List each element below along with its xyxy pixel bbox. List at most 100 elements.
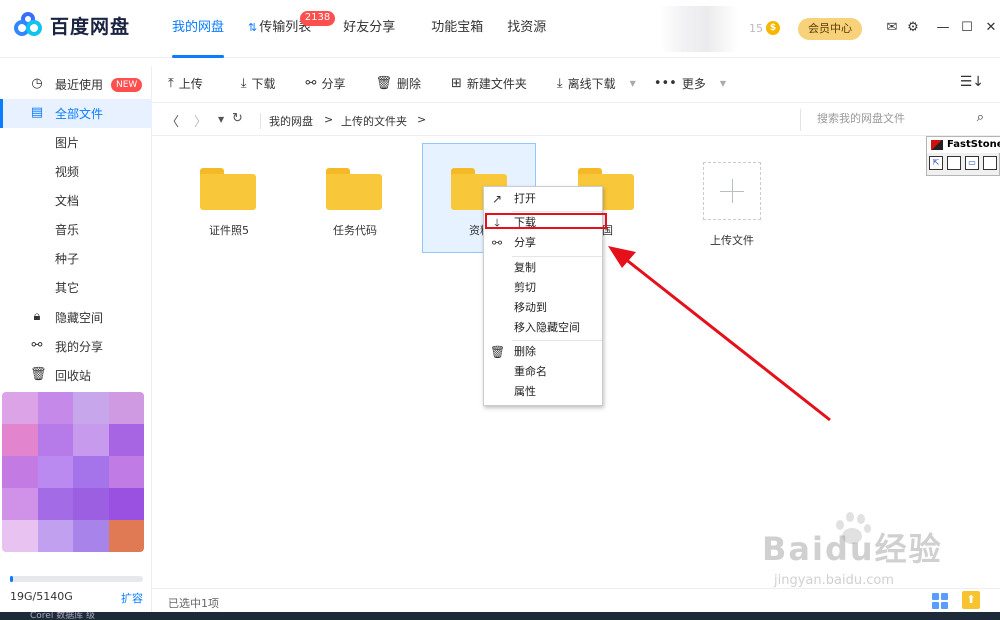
new-folder-icon: ⊞ <box>450 75 462 91</box>
share-icon: ⚯ <box>31 338 43 353</box>
sidebar-item-documents[interactable]: 文档 <box>0 186 152 215</box>
menu-item-label: 移入隐藏空间 <box>514 321 580 334</box>
faststone-title-text: FastStone <box>947 139 1000 150</box>
upload-queue-icon[interactable]: ⬆ <box>962 591 980 609</box>
mail-icon[interactable]: ✉ <box>883 18 901 38</box>
back-icon[interactable]: 〈 <box>166 111 179 130</box>
menu-item-label: 分享 <box>514 236 536 249</box>
sidebar-item-others[interactable]: 其它 <box>0 273 152 302</box>
share-icon: ⚯ <box>491 236 503 250</box>
expand-storage-link[interactable]: 扩容 <box>121 590 143 606</box>
gear-icon[interactable]: ⚙ <box>904 18 922 38</box>
capture-open-icon[interactable]: ⇱ <box>929 156 943 170</box>
search-icon[interactable]: ⌕ <box>977 110 984 125</box>
delete-label: 删除 <box>396 76 421 91</box>
menu-item-label: 复制 <box>514 261 536 274</box>
breadcrumb-separator: > <box>417 113 427 126</box>
faststone-logo-icon <box>931 140 943 150</box>
faststone-capture-toolbar: FastStone ⇱ ▭ <box>926 136 1000 176</box>
upload-button[interactable]: ⤒ 上传 <box>168 75 203 92</box>
transfer-count-badge: 2138 <box>299 11 336 26</box>
baidu-cloud-logo-icon <box>14 11 44 38</box>
pixelated-ad-banner[interactable] <box>2 392 144 552</box>
maximize-icon[interactable]: ☐ <box>958 18 976 38</box>
offline-download-button[interactable]: ⤓ 离线下载 ▼ <box>557 75 636 92</box>
folder-item[interactable]: 证件照5 <box>172 144 286 254</box>
tab-label: 找资源 <box>507 20 547 35</box>
new-badge: NEW <box>111 77 143 92</box>
search-input[interactable] <box>817 112 957 125</box>
tab-friend-share[interactable]: 好友分享 <box>331 0 407 58</box>
breadcrumb-my-disk[interactable]: 我的网盘 <box>260 113 313 129</box>
folder-item[interactable]: 任务代码 <box>298 144 412 254</box>
menu-item-open[interactable]: ↗ 打开 <box>484 189 602 209</box>
upload-file-tile[interactable]: 上传文件 <box>675 144 789 254</box>
sidebar-item-label: 音乐 <box>55 223 80 237</box>
app-name: 百度网盘 <box>50 16 131 38</box>
tab-find-resources[interactable]: 找资源 <box>495 0 558 58</box>
sidebar-item-label: 我的分享 <box>55 340 104 354</box>
lock-icon: 🔒︎ <box>33 309 41 324</box>
delete-button[interactable]: 🗑︎ 删除 <box>375 75 421 92</box>
sidebar-item-music[interactable]: 音乐 <box>0 215 152 244</box>
menu-item-move-to[interactable]: 移动到 <box>484 298 602 318</box>
storage-usage-bar <box>10 576 143 582</box>
sidebar-item-recent[interactable]: ◷ 最近使用 NEW <box>0 70 152 99</box>
desktop-taskbar: Corel 数据库 级 <box>0 612 1000 620</box>
path-bar: 〈 〉 ▼ ↻ 我的网盘 > 上传的文件夹 > ⌕ <box>152 102 1000 136</box>
vip-center-button[interactable]: 会员中心 <box>798 18 862 40</box>
sidebar-item-label: 文档 <box>55 194 80 208</box>
upload-icon: ⤒ <box>168 75 174 91</box>
capture-window-icon[interactable] <box>947 156 961 170</box>
sidebar-item-torrents[interactable]: 种子 <box>0 244 152 273</box>
download-highlight-box <box>485 213 607 229</box>
history-dropdown-icon[interactable]: ▼ <box>218 115 224 124</box>
share-label: 分享 <box>321 76 346 91</box>
sidebar-item-images[interactable]: 图片 <box>0 128 152 157</box>
menu-item-cut[interactable]: 剪切 <box>484 278 602 298</box>
folder-icon <box>326 168 382 210</box>
sidebar-item-label: 图片 <box>55 136 80 150</box>
menu-item-rename[interactable]: 重命名 <box>484 362 602 382</box>
new-folder-button[interactable]: ⊞ 新建文件夹 <box>451 75 527 92</box>
coin-balance[interactable]: 15 $ <box>749 21 780 35</box>
folder-icon <box>200 168 256 210</box>
sidebar-item-hidden-space[interactable]: 🔒︎ 隐藏空间 <box>0 303 152 332</box>
menu-item-label: 删除 <box>514 345 536 358</box>
tab-my-disk[interactable]: 我的网盘 <box>160 0 236 58</box>
close-icon[interactable]: ✕ <box>982 18 1000 38</box>
sidebar-item-all-files[interactable]: ▤ 全部文件 <box>0 99 152 128</box>
menu-item-delete[interactable]: 🗑︎ 删除 <box>484 342 602 362</box>
more-button[interactable]: ••• 更多 ▼ <box>654 75 726 92</box>
sidebar-item-recycle-bin[interactable]: 🗑︎ 回收站 <box>0 361 152 390</box>
refresh-icon[interactable]: ↻ <box>232 111 243 126</box>
menu-item-copy[interactable]: 复制 <box>484 258 602 278</box>
baidu-netdisk-window: 百度网盘 我的网盘 ⇅ 传输列表 2138 好友分享 功能宝箱 找资源 15 $ … <box>0 0 1000 612</box>
sidebar-item-label: 种子 <box>55 252 80 266</box>
capture-region-icon[interactable] <box>983 156 997 170</box>
menu-item-label: 移动到 <box>514 301 547 314</box>
minimize-icon[interactable]: — <box>934 18 952 38</box>
tab-toolbox[interactable]: 功能宝箱 <box>419 0 495 58</box>
sidebar-item-label: 隐藏空间 <box>55 311 104 325</box>
coin-icon: $ <box>766 21 780 35</box>
menu-item-properties[interactable]: 属性 <box>484 382 602 402</box>
download-button[interactable]: ⤓ 下载 <box>241 75 276 92</box>
sidebar-item-my-shares[interactable]: ⚯ 我的分享 <box>0 332 152 361</box>
sidebar-item-videos[interactable]: 视频 <box>0 157 152 186</box>
file-name: 证件照5 <box>209 224 249 237</box>
coin-count: 15 <box>749 21 763 35</box>
watermark-url: jingyan.baidu.com <box>774 573 894 588</box>
file-name: 任务代码 <box>333 224 377 237</box>
capture-object-icon[interactable]: ▭ <box>965 156 979 170</box>
trash-icon: 🗑︎ <box>490 345 506 359</box>
menu-item-share[interactable]: ⚯ 分享 <box>484 233 602 253</box>
breadcrumb-uploaded-folder[interactable]: 上传的文件夹 <box>341 113 407 129</box>
forward-icon[interactable]: 〉 <box>194 111 207 130</box>
search-box: ⌕ <box>800 109 990 131</box>
share-button[interactable]: ⚯ 分享 <box>306 75 346 92</box>
download-icon: ⤓ <box>240 75 247 91</box>
tab-transfer-list[interactable]: ⇅ 传输列表 2138 <box>236 0 336 58</box>
menu-item-move-to-hidden[interactable]: 移入隐藏空间 <box>484 318 602 338</box>
sort-icon[interactable]: ☰↓ <box>960 74 984 90</box>
